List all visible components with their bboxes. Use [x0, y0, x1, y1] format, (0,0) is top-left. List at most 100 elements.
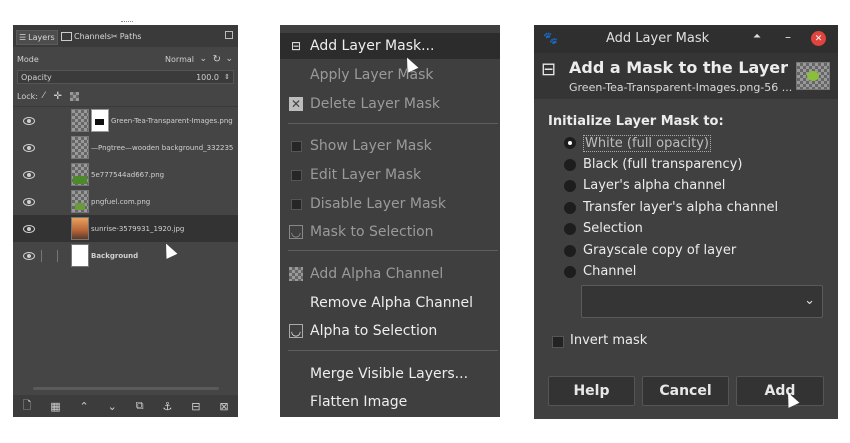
radio-white[interactable]	[564, 137, 576, 149]
invert-mask-label[interactable]: Invert mask	[570, 333, 647, 348]
checkbox-icon	[289, 139, 303, 153]
section-label: Initialize Layer Mask to:	[548, 114, 724, 129]
tab-layers[interactable]: ☰ Layers	[16, 30, 58, 45]
add-button[interactable]: Add	[736, 376, 824, 406]
window-title: Add Layer Mask	[606, 31, 710, 46]
alpha-channel-icon	[289, 267, 303, 281]
visibility-eye-icon[interactable]	[23, 197, 35, 206]
visibility-eye-icon[interactable]	[23, 170, 35, 179]
anchor-layer-icon[interactable]: ⚓	[162, 400, 172, 413]
menu-item-add-layer-mask[interactable]: ⊟ Add Layer Mask...	[280, 33, 500, 59]
radio-channel[interactable]	[564, 266, 576, 278]
layer-thumbnail	[71, 136, 89, 159]
menu-item-remove-alpha-channel[interactable]: Remove Alpha Channel	[280, 290, 500, 316]
radio-layer-alpha[interactable]	[564, 180, 576, 192]
mask-selection-icon: ◡	[289, 225, 303, 239]
layer-row[interactable]: 5e777544ad667.png	[13, 161, 238, 188]
visibility-eye-icon[interactable]	[23, 224, 35, 233]
option-transfer-alpha-label[interactable]: Transfer layer's alpha channel	[583, 200, 778, 215]
duplicate-layer-icon[interactable]: ⧉	[136, 399, 144, 413]
new-group-icon[interactable]: ▦	[50, 400, 60, 413]
radio-black[interactable]	[564, 159, 576, 171]
visibility-eye-icon[interactable]	[23, 116, 35, 125]
layer-mask-thumbnail[interactable]	[91, 109, 109, 132]
menu-item-disable-layer-mask[interactable]: Disable Layer Mask	[280, 191, 500, 217]
layers-dock: ☰ Layers Channels ✂ Paths Mode Normal ⌄ …	[13, 21, 238, 417]
layer-row[interactable]: pngfuel.com.png	[13, 188, 238, 215]
menu-item-mask-to-selection[interactable]: ◡ Mask to Selection	[280, 219, 500, 245]
paths-icon: ✂	[111, 32, 118, 41]
link-chain-slot[interactable]	[41, 249, 42, 262]
keep-above-icon[interactable]: ⏶	[753, 31, 761, 42]
option-layer-alpha-label[interactable]: Layer's alpha channel	[583, 178, 725, 193]
option-grayscale-label[interactable]: Grayscale copy of layer	[583, 243, 736, 258]
menu-item-apply-layer-mask[interactable]: Apply Layer Mask	[280, 62, 500, 88]
lock-row: Lock: ⁄ ✛	[17, 89, 234, 103]
delete-layer-icon[interactable]: ⊠	[219, 400, 228, 413]
menu-item-flatten-image[interactable]: Flatten Image	[280, 389, 500, 415]
reset-mode-icon[interactable]: ↻	[213, 54, 221, 65]
dock-menu-icon[interactable]	[225, 31, 233, 39]
spinner-arrows-icon[interactable]: ⇕	[224, 73, 230, 81]
layer-row[interactable]: —Pngtree—wooden background_332235	[13, 134, 238, 161]
tab-channels[interactable]: Channels	[61, 30, 111, 43]
new-layer-icon[interactable]: 🗋	[22, 397, 31, 416]
visibility-eye-icon[interactable]	[23, 143, 35, 152]
menu-item-delete-layer-mask[interactable]: ✕ Delete Layer Mask	[280, 91, 500, 117]
delete-mask-icon: ✕	[289, 97, 303, 111]
layer-row[interactable]: Background	[13, 242, 238, 269]
mode-select[interactable]: Normal	[165, 55, 194, 64]
layers-icon: ☰	[19, 33, 27, 42]
radio-grayscale[interactable]	[564, 245, 576, 257]
radio-transfer-alpha[interactable]	[564, 202, 576, 214]
layer-preview-thumbnail	[796, 62, 830, 90]
layer-name: pngfuel.com.png	[91, 197, 151, 206]
lower-layer-icon[interactable]: ⌄	[108, 400, 117, 413]
option-white-label[interactable]: White (full opacity)	[583, 135, 711, 152]
option-channel-label[interactable]: Channel	[583, 264, 636, 279]
menu-separator	[288, 250, 498, 251]
dialog-titlebar[interactable]: 🐾 Add Layer Mask ⏶ – ✕	[534, 25, 838, 53]
menu-item-alpha-to-selection[interactable]: ◡ Alpha to Selection	[280, 318, 500, 344]
raise-layer-icon[interactable]: ⌃	[79, 400, 88, 413]
layer-thumbnail	[71, 163, 89, 186]
chevron-down-icon[interactable]: ⌄	[225, 54, 233, 64]
thumbnail-content	[807, 71, 819, 81]
menu-separator	[288, 350, 498, 351]
opacity-spinner[interactable]: Opacity 100.0 ⇕	[17, 70, 234, 84]
layer-row[interactable]: Green-Tea-Transparent-Images.png	[13, 107, 238, 134]
visibility-eye-icon[interactable]	[23, 251, 35, 260]
dialog-heading: Add a Mask to the Layer	[569, 58, 789, 77]
add-mask-icon[interactable]: ⊟	[191, 400, 200, 413]
horizontal-scrollbar[interactable]	[33, 387, 219, 390]
add-layer-mask-dialog: 🐾 Add Layer Mask ⏶ – ✕ ⊟ Add a Mask to t…	[534, 25, 838, 419]
option-selection-label[interactable]: Selection	[583, 221, 643, 236]
help-button[interactable]: Help	[548, 376, 635, 406]
invert-mask-checkbox[interactable]	[552, 336, 564, 348]
lock-pixels-icon[interactable]: ⁄	[43, 91, 45, 101]
menu-item-edit-layer-mask[interactable]: Edit Layer Mask	[280, 162, 500, 188]
link-chain-slot[interactable]	[57, 249, 58, 262]
layer-thumbnail	[71, 244, 89, 267]
minimize-icon[interactable]: –	[785, 30, 791, 44]
radio-selection[interactable]	[564, 223, 576, 235]
lock-position-icon[interactable]: ✛	[53, 91, 61, 102]
layer-context-menu: ⊟ Add Layer Mask... Apply Layer Mask ✕ D…	[280, 25, 500, 417]
tab-paths[interactable]: ✂ Paths	[111, 30, 141, 43]
menu-item-add-alpha-channel[interactable]: Add Alpha Channel	[280, 261, 500, 287]
menu-item-merge-visible-layers[interactable]: Merge Visible Layers...	[280, 361, 500, 387]
layer-name-subheading: Green-Tea-Transparent-Images.png-56 ...	[569, 81, 793, 94]
option-black-label[interactable]: Black (full transparency)	[583, 157, 742, 172]
layer-row-selected[interactable]: sunrise-3579931_1920.jpg	[13, 215, 238, 242]
thumbnail-content	[75, 203, 85, 210]
cancel-button[interactable]: Cancel	[642, 376, 729, 406]
gimp-wilber-icon: 🐾	[543, 31, 558, 45]
close-icon[interactable]: ✕	[811, 31, 826, 46]
layer-name: 5e777544ad667.png	[91, 170, 165, 179]
layer-thumbnail	[71, 109, 89, 132]
lock-alpha-icon[interactable]	[69, 91, 79, 101]
channel-dropdown[interactable]: ⌄	[581, 285, 823, 318]
mode-row: Mode Normal ⌄ ↻ ⌄	[17, 52, 234, 66]
menu-item-show-layer-mask[interactable]: Show Layer Mask	[280, 133, 500, 159]
add-mask-icon: ⊟	[541, 59, 557, 80]
